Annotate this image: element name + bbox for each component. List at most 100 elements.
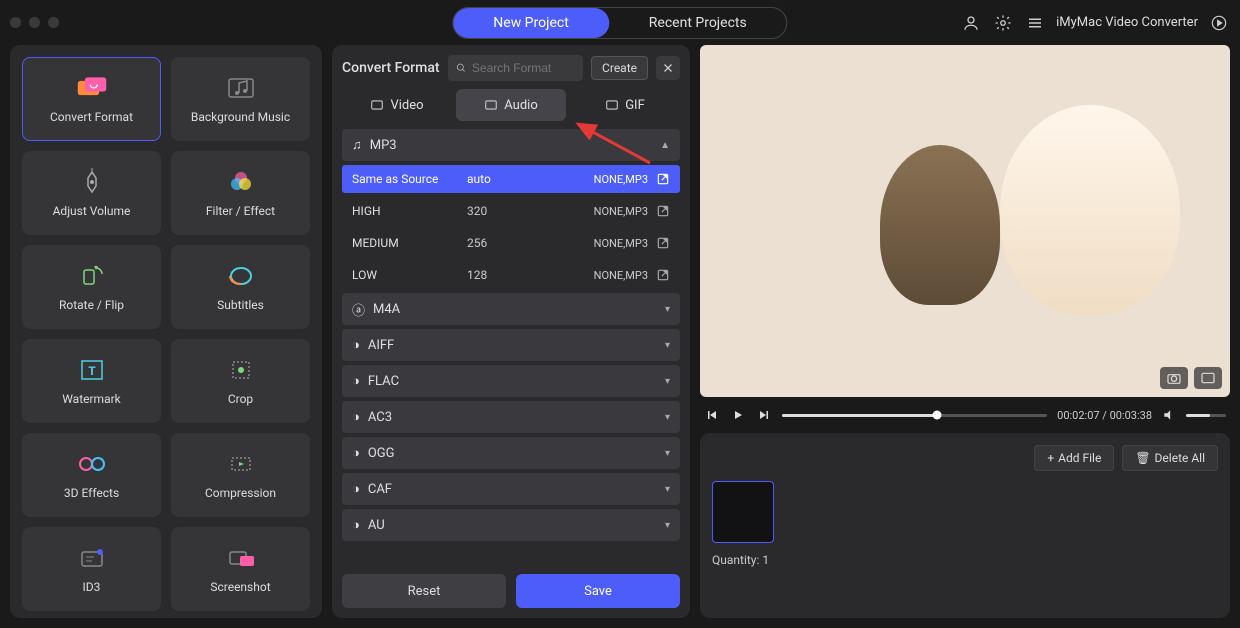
convert-icon	[76, 74, 108, 102]
tab-video[interactable]: Video	[342, 89, 452, 121]
tools-sidebar: Convert Format Background Music Adjust V…	[10, 45, 322, 618]
save-button[interactable]: Save	[516, 574, 680, 608]
volume-icon	[76, 168, 108, 196]
preview-frame	[700, 45, 1230, 397]
preset-same-as-source[interactable]: Same as Source auto NONE,MP3	[342, 165, 680, 193]
chevron-down-icon: ▾	[665, 304, 670, 315]
video-preview	[700, 45, 1230, 397]
format-group-ac3[interactable]: ◑AC3▾	[342, 401, 680, 433]
add-file-button[interactable]: +Add File	[1034, 445, 1114, 471]
svg-text:T: T	[88, 364, 96, 378]
snapshot-button[interactable]	[1160, 367, 1188, 389]
volume-button[interactable]	[1162, 407, 1176, 423]
tool-convert-format[interactable]: Convert Format	[22, 57, 161, 141]
titlebar: New Project Recent Projects iMyMac Video…	[0, 0, 1240, 45]
tab-gif-label: GIF	[625, 98, 645, 113]
external-link-icon[interactable]	[656, 236, 670, 250]
delete-all-button[interactable]: 🗑Delete All	[1122, 445, 1218, 471]
search-icon	[456, 62, 466, 74]
tool-id3[interactable]: ID3	[22, 527, 161, 611]
create-button[interactable]: Create	[591, 56, 648, 80]
tool-crop[interactable]: Crop	[171, 339, 310, 423]
chevron-down-icon: ▾	[665, 376, 670, 387]
format-icon: ◑	[352, 445, 360, 461]
chevron-down-icon: ▾	[665, 448, 670, 459]
tool-3d-effects[interactable]: 3D Effects	[22, 433, 161, 517]
format-group-ogg[interactable]: ◑OGG▾	[342, 437, 680, 469]
search-format[interactable]	[448, 55, 584, 81]
format-name: MP3	[370, 138, 397, 153]
tool-adjust-volume[interactable]: Adjust Volume	[22, 151, 161, 235]
format-list[interactable]: ♫ MP3 ▲ Same as Source auto NONE,MP3 HIG…	[342, 129, 680, 564]
trash-icon: 🗑	[1135, 451, 1150, 465]
app-title: iMyMac Video Converter	[1056, 15, 1198, 30]
tool-label: Adjust Volume	[53, 204, 131, 218]
volume-slider[interactable]	[1186, 414, 1226, 417]
format-group-mp3[interactable]: ♫ MP3 ▲	[342, 129, 680, 161]
reset-button[interactable]: Reset	[342, 574, 506, 608]
tool-background-music[interactable]: Background Music	[171, 57, 310, 141]
preset-high[interactable]: HIGH 320 NONE,MP3	[342, 197, 680, 225]
format-group-flac[interactable]: ◑FLAC▾	[342, 365, 680, 397]
video-icon	[370, 98, 384, 112]
settings-icon[interactable]	[992, 12, 1014, 34]
format-group-m4a[interactable]: ⓐM4A▾	[342, 293, 680, 325]
format-icon: ◑	[352, 337, 360, 353]
tool-filter-effect[interactable]: Filter / Effect	[171, 151, 310, 235]
tool-label: ID3	[83, 580, 101, 594]
chevron-down-icon: ▾	[665, 484, 670, 495]
minimize-window[interactable]	[29, 17, 40, 28]
tool-rotate-flip[interactable]: Rotate / Flip	[22, 245, 161, 329]
filter-icon	[225, 168, 257, 196]
tool-label: Subtitles	[217, 298, 264, 312]
tab-gif[interactable]: GIF	[570, 89, 680, 121]
tool-compression[interactable]: Compression	[171, 433, 310, 517]
tab-audio[interactable]: Audio	[456, 89, 566, 121]
external-link-icon[interactable]	[656, 268, 670, 282]
compression-icon	[225, 450, 257, 478]
menu-icon[interactable]	[1024, 12, 1046, 34]
close-panel-button[interactable]	[656, 56, 680, 80]
prev-button[interactable]	[704, 407, 720, 423]
seek-bar[interactable]	[782, 414, 1047, 417]
window-controls	[10, 17, 59, 28]
audio-icon	[484, 98, 498, 112]
tool-watermark[interactable]: T Watermark	[22, 339, 161, 423]
watermark-icon: T	[76, 356, 108, 384]
preset-medium[interactable]: MEDIUM 256 NONE,MP3	[342, 229, 680, 257]
tool-label: Background Music	[191, 110, 290, 124]
external-link-icon[interactable]	[656, 204, 670, 218]
tool-label: Screenshot	[210, 580, 270, 594]
play-button[interactable]	[730, 407, 746, 423]
tool-label: Crop	[228, 392, 253, 406]
right-panel: 00:02:07 / 00:03:38 +Add File 🗑Delete Al…	[700, 45, 1230, 618]
tool-screenshot[interactable]: Screenshot	[171, 527, 310, 611]
search-input[interactable]	[472, 61, 575, 75]
format-icon: ◑	[352, 373, 360, 389]
id3-icon	[76, 544, 108, 572]
next-button[interactable]	[756, 407, 772, 423]
maximize-window[interactable]	[48, 17, 59, 28]
external-link-icon[interactable]	[656, 172, 670, 186]
file-thumbnail[interactable]	[712, 481, 774, 543]
music-note-icon: ♫	[352, 137, 362, 153]
format-icon: ◑	[352, 517, 360, 533]
tool-subtitles[interactable]: Subtitles	[171, 245, 310, 329]
fullscreen-icon	[1200, 371, 1216, 385]
crop-icon	[225, 356, 257, 384]
tool-label: Compression	[205, 486, 276, 500]
format-group-caf[interactable]: ◑CAF▾	[342, 473, 680, 505]
tab-recent-projects[interactable]: Recent Projects	[609, 8, 787, 38]
format-group-aiff[interactable]: ◑AIFF▾	[342, 329, 680, 361]
fullscreen-button[interactable]	[1194, 367, 1222, 389]
account-icon[interactable]	[960, 12, 982, 34]
format-a-icon: ⓐ	[352, 300, 365, 319]
tool-label: 3D Effects	[64, 486, 119, 500]
tab-new-project[interactable]: New Project	[453, 8, 609, 38]
close-window[interactable]	[10, 17, 21, 28]
preset-low[interactable]: LOW 128 NONE,MP3	[342, 261, 680, 289]
play-badge-icon[interactable]	[1208, 12, 1230, 34]
format-group-au[interactable]: ◑AU▾	[342, 509, 680, 541]
quantity-label: Quantity: 1	[712, 553, 1218, 567]
camera-icon	[1166, 371, 1182, 385]
